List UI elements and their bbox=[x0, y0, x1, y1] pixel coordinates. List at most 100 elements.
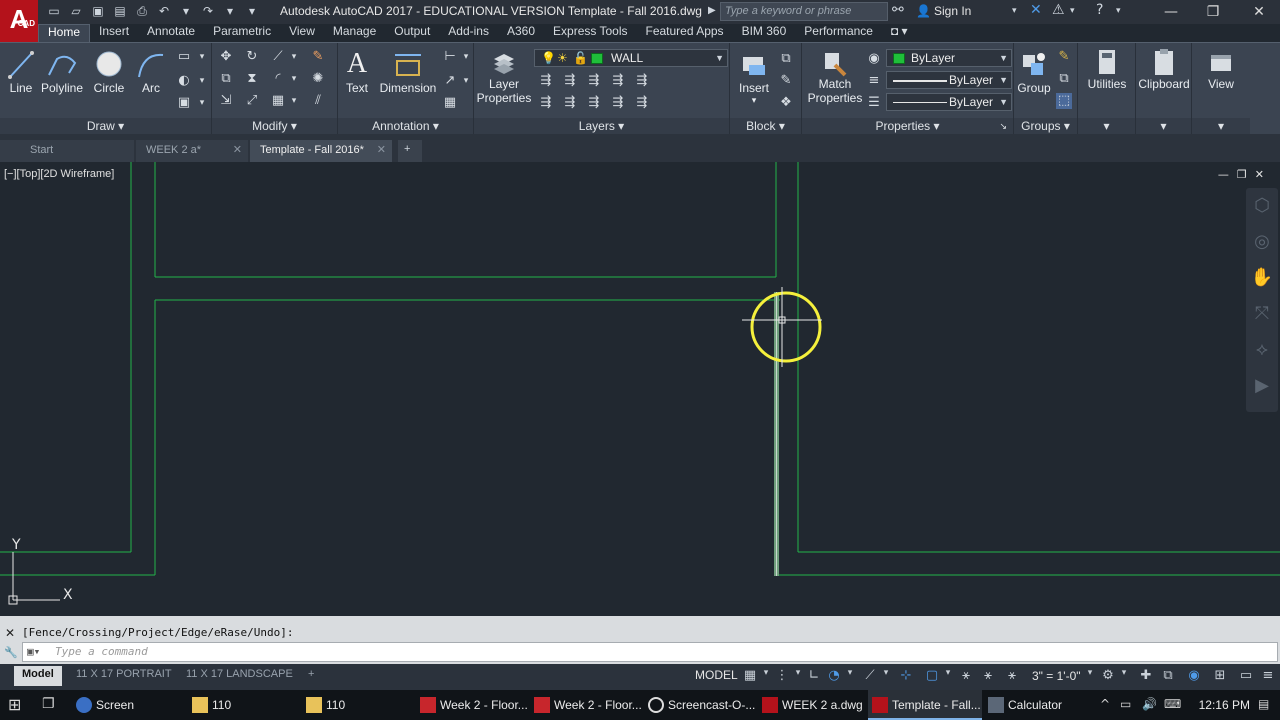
taskbar-item-week2-dwg[interactable]: WEEK 2 a.dwg bbox=[758, 690, 868, 720]
qat-customize-icon[interactable]: ▾ bbox=[244, 3, 260, 19]
view-panel-expander[interactable]: ▾ bbox=[1192, 118, 1250, 135]
taskbar-item-pdf-b[interactable]: Week 2 - Floor... bbox=[530, 690, 644, 720]
help-icon[interactable]: ? bbox=[1096, 2, 1103, 18]
undo-dropdown-icon[interactable]: ▾ bbox=[178, 3, 194, 19]
file-tab-week2[interactable]: WEEK 2 a* ✕ bbox=[136, 140, 248, 162]
hatch-icon[interactable]: ◐ bbox=[176, 73, 192, 89]
trim-dropdown-icon[interactable]: ▾ bbox=[286, 49, 302, 65]
tab-featured-apps[interactable]: Featured Apps bbox=[637, 24, 733, 42]
isolate-objects-icon[interactable]: ◉ bbox=[1186, 668, 1202, 683]
edit-block-icon[interactable]: ✎ bbox=[778, 73, 794, 89]
undo-icon[interactable]: ↶ bbox=[156, 3, 172, 19]
minimize-window-icon[interactable]: — bbox=[1156, 2, 1186, 22]
open-icon[interactable]: ▱ bbox=[68, 3, 84, 19]
file-tab-template[interactable]: Template - Fall 2016* ✕ bbox=[250, 140, 392, 162]
drawing-canvas[interactable]: Y X bbox=[0, 162, 1280, 616]
layout-tab-model[interactable]: Model bbox=[14, 666, 62, 686]
taskbar-item-folder-110-b[interactable]: 110 bbox=[302, 690, 414, 720]
explode-icon[interactable]: ✺ bbox=[310, 71, 326, 87]
linetype-dropdown[interactable]: ByLayer ▼ bbox=[886, 93, 1012, 111]
move-icon[interactable]: ✥ bbox=[218, 49, 234, 65]
close-tab-icon[interactable]: ✕ bbox=[377, 143, 386, 156]
group-selection-icon[interactable]: ⬚ bbox=[1056, 93, 1072, 109]
new-tab-icon[interactable]: + bbox=[398, 140, 422, 162]
command-close-icon[interactable]: ✕ bbox=[5, 626, 15, 640]
object-snap-tracking-icon[interactable]: ⊹ bbox=[898, 668, 914, 683]
stay-connected-icon[interactable]: ⚠ bbox=[1052, 2, 1065, 18]
workspace-dropdown-icon[interactable]: ▾ bbox=[1116, 668, 1132, 678]
network-icon[interactable]: ▭ bbox=[1120, 697, 1131, 711]
text-button[interactable]: A Text bbox=[342, 47, 372, 95]
tab-parametric[interactable]: Parametric bbox=[204, 24, 280, 42]
ribbon-minimize-icon[interactable]: ◘ ▾ bbox=[882, 24, 917, 42]
fillet-icon[interactable]: ◜ bbox=[270, 71, 286, 87]
sign-in-link[interactable]: Sign In bbox=[934, 4, 971, 18]
insert-button[interactable]: Insert ▾ bbox=[734, 49, 774, 106]
utilities-button[interactable]: Utilities bbox=[1078, 47, 1136, 91]
notifications-icon[interactable]: ▤ bbox=[1258, 697, 1269, 711]
binoculars-icon[interactable]: ⚯ bbox=[892, 2, 904, 18]
dimension-button[interactable]: Dimension bbox=[378, 49, 438, 95]
linear-dimension-icon[interactable]: ⊢ bbox=[442, 49, 458, 65]
layer-dropdown[interactable]: 💡 ☀ 🔓 WALL ▼ bbox=[534, 49, 728, 67]
edit-attributes-icon[interactable]: ❖ bbox=[778, 95, 794, 111]
layout-tab-portrait[interactable]: 11 X 17 PORTRAIT bbox=[68, 666, 180, 686]
group-button[interactable]: Group bbox=[1016, 49, 1052, 95]
tab-manage[interactable]: Manage bbox=[324, 24, 385, 42]
groups-panel-title[interactable]: Groups ▾ bbox=[1014, 118, 1077, 135]
isodraft-icon[interactable]: ⟋ bbox=[862, 668, 878, 683]
connected-dropdown-icon[interactable]: ▾ bbox=[1070, 6, 1075, 16]
steering-wheel-icon[interactable]: ◎ bbox=[1246, 224, 1278, 260]
volume-icon[interactable]: 🔊 bbox=[1142, 697, 1157, 711]
leader-dropdown-icon[interactable]: ▾ bbox=[458, 73, 474, 89]
close-tab-icon[interactable]: ✕ bbox=[233, 143, 242, 156]
leader-icon[interactable]: ↗ bbox=[442, 73, 458, 89]
match-properties-button[interactable]: Match Properties bbox=[804, 49, 866, 105]
model-space-button[interactable]: MODEL bbox=[692, 668, 741, 686]
command-customize-icon[interactable]: 🔧 bbox=[4, 646, 18, 659]
exchange-apps-icon[interactable]: ✕ bbox=[1030, 2, 1042, 18]
offset-icon[interactable]: ⫽ bbox=[310, 93, 326, 109]
close-window-icon[interactable]: ✕ bbox=[1244, 2, 1274, 22]
search-input[interactable]: Type a keyword or phrase bbox=[720, 2, 888, 21]
workspace-gear-icon[interactable]: ⚙ bbox=[1100, 668, 1116, 683]
annotation-monitor-icon[interactable]: ✚ bbox=[1138, 668, 1154, 683]
copy-icon[interactable]: ⧉ bbox=[218, 71, 234, 87]
customization-icon[interactable]: ≡ bbox=[1260, 668, 1276, 683]
save-icon[interactable]: ▣ bbox=[90, 3, 106, 19]
circle-button[interactable]: Circle bbox=[92, 49, 126, 95]
taskbar-item-folder-110-a[interactable]: 110 bbox=[188, 690, 300, 720]
command-input[interactable]: ▣▾ Type a command bbox=[22, 642, 1278, 662]
taskbar-item-calculator[interactable]: Calculator bbox=[984, 690, 1096, 720]
trim-icon[interactable]: ⟋ bbox=[270, 49, 286, 65]
layer-isolate-icon[interactable]: ⇶ bbox=[562, 73, 578, 89]
linear-dropdown-icon[interactable]: ▾ bbox=[458, 49, 474, 65]
table-icon[interactable]: ▦ bbox=[442, 95, 458, 111]
polar-tracking-icon[interactable]: ◔ bbox=[826, 668, 842, 683]
viewcube-icon[interactable]: ⬡ bbox=[1246, 188, 1278, 224]
erase-icon[interactable]: ✎ bbox=[310, 49, 326, 65]
zoom-extents-icon[interactable]: ⤧ bbox=[1246, 296, 1278, 332]
redo-dropdown-icon[interactable]: ▾ bbox=[222, 3, 238, 19]
layer-walk-icon[interactable]: ⇶ bbox=[634, 73, 650, 89]
object-snap-icon[interactable]: ▢ bbox=[924, 668, 940, 683]
restore-window-icon[interactable]: ❐ bbox=[1198, 2, 1228, 22]
layers-panel-title[interactable]: Layers ▾ bbox=[474, 118, 729, 135]
scale-dropdown-icon[interactable]: ▾ bbox=[1082, 668, 1098, 678]
save-as-icon[interactable]: ▤ bbox=[112, 3, 128, 19]
boundary-icon[interactable]: ▣ bbox=[176, 95, 192, 111]
utilities-panel-expander[interactable]: ▾ bbox=[1078, 118, 1135, 135]
snap-dropdown-icon[interactable]: ▾ bbox=[790, 668, 806, 678]
rectangle-icon[interactable]: ▭ bbox=[176, 49, 192, 65]
snap-icon[interactable]: ⋮ bbox=[774, 668, 790, 683]
layer-lock-tool-icon[interactable]: ⇶ bbox=[610, 73, 626, 89]
ungroup-icon[interactable]: ✎ bbox=[1056, 49, 1072, 65]
scale-icon[interactable]: ⤢ bbox=[244, 93, 260, 109]
fillet-dropdown-icon[interactable]: ▾ bbox=[286, 71, 302, 87]
keyboard-icon[interactable]: ⌨ bbox=[1164, 697, 1181, 711]
tab-performance[interactable]: Performance bbox=[795, 24, 882, 42]
layer-make-current-icon[interactable]: ⇶ bbox=[538, 95, 554, 111]
layer-off-icon[interactable]: ⇶ bbox=[538, 73, 554, 89]
clipboard-panel-expander[interactable]: ▾ bbox=[1136, 118, 1191, 135]
properties-panel-title[interactable]: Properties ▾ ↘ bbox=[802, 118, 1013, 135]
